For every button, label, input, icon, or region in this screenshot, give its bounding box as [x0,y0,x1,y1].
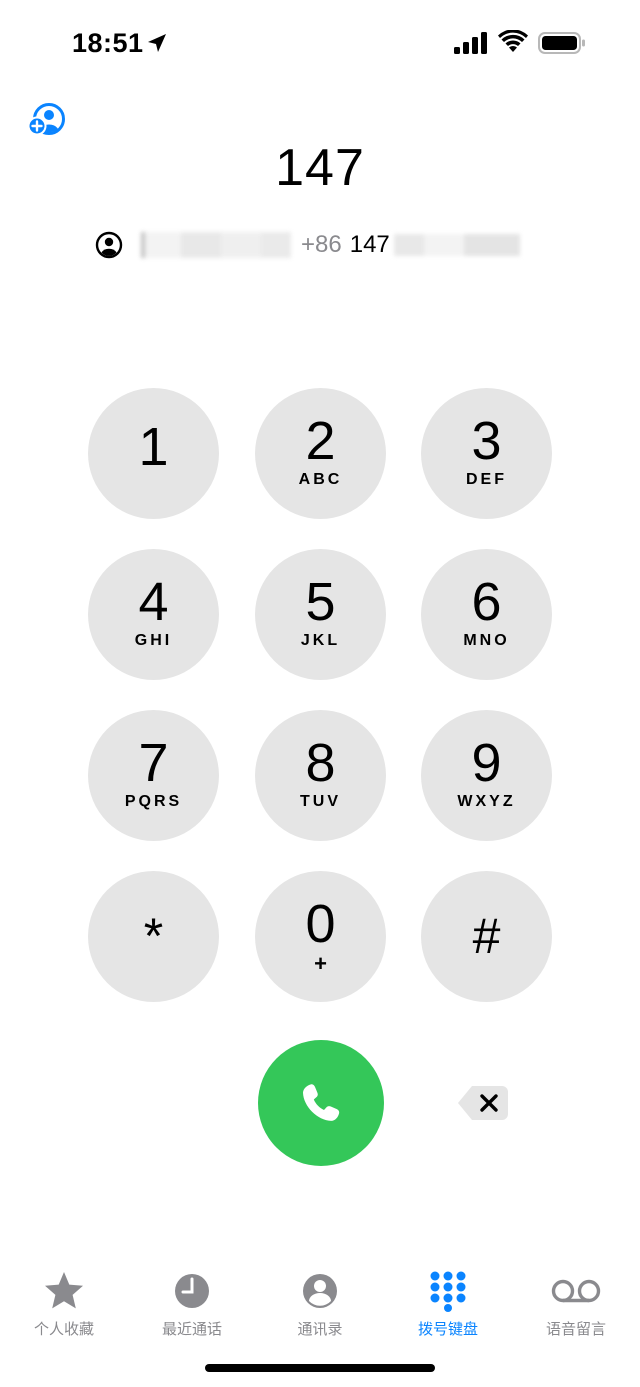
key-digit: 9 [471,733,502,793]
blurred-number-rest [393,234,520,256]
key-digit: 7 [138,733,169,793]
key-3[interactable]: 3 DEF [421,388,552,519]
key-digit: 2 [305,411,336,471]
tab-favorites[interactable]: 个人收藏 [0,1270,128,1339]
key-9[interactable]: 9 WXYZ [421,710,552,841]
key-letters: GHI [134,632,173,649]
tab-keypad[interactable]: 拨号键盘 [384,1270,512,1339]
number-match: 147 [349,231,390,258]
key-hash[interactable]: # [421,871,552,1002]
key-1[interactable]: 1 [88,388,219,519]
key-2[interactable]: 2 ABC [255,388,386,519]
key-letters: DEF [466,471,507,488]
key-6[interactable]: 6 MNO [421,549,552,680]
key-digit: 5 [305,572,336,632]
contacts-icon [303,1274,337,1308]
key-digit: 3 [471,411,502,471]
key-5[interactable]: 5 JKL [255,549,386,680]
tab-label: 通讯录 [297,1321,343,1338]
key-letters: JKL [300,632,341,649]
key-digit: 8 [305,733,336,793]
key-letters: TUV [300,793,341,810]
key-0[interactable]: 0 + [255,871,386,1002]
key-digit: 0 [305,894,336,954]
key-4[interactable]: 4 GHI [88,549,219,680]
battery-icon [538,32,585,54]
call-button[interactable] [258,1040,384,1166]
wifi-icon [498,30,528,52]
key-digit: 6 [471,572,502,632]
key-letters: ABC [298,471,343,488]
tab-label: 拨号键盘 [417,1321,478,1338]
home-indicator[interactable] [205,1364,435,1372]
status-time: 18:51 [72,28,144,58]
location-arrow-icon [148,34,166,52]
star-icon [45,1272,83,1309]
tab-label: 个人收藏 [33,1321,94,1338]
add-contact-icon[interactable] [28,102,66,136]
person-circle-icon [95,231,123,259]
key-digit: 1 [138,417,169,477]
blurred-contact-name [141,232,291,258]
key-letters: + [314,951,327,976]
key-digit: # [472,908,501,964]
clock-icon [175,1274,209,1308]
key-letters: PQRS [124,793,183,810]
key-letters: MNO [463,632,510,649]
key-letters: WXYZ [457,793,516,810]
voicemail-icon [551,1279,601,1303]
key-8[interactable]: 8 TUV [255,710,386,841]
contact-suggestion[interactable]: +86 147 [95,228,520,262]
tab-contacts[interactable]: 通讯录 [256,1270,384,1339]
key-7[interactable]: 7 PQRS [88,710,219,841]
key-star[interactable]: * [88,871,219,1002]
phone-icon [303,1084,340,1121]
tab-voicemail[interactable]: 语音留言 [512,1270,640,1339]
delete-backspace-button[interactable] [456,1084,510,1122]
keypad-icon [430,1271,466,1312]
tab-recents[interactable]: 最近通话 [128,1270,256,1339]
tab-label: 最近通话 [161,1321,222,1338]
tab-label: 语音留言 [545,1321,606,1338]
cellular-signal-icon [454,32,487,54]
key-digit: 4 [138,572,169,632]
country-code: +86 [301,231,342,258]
key-digit: * [143,908,164,964]
entered-number: 147 [275,139,365,197]
